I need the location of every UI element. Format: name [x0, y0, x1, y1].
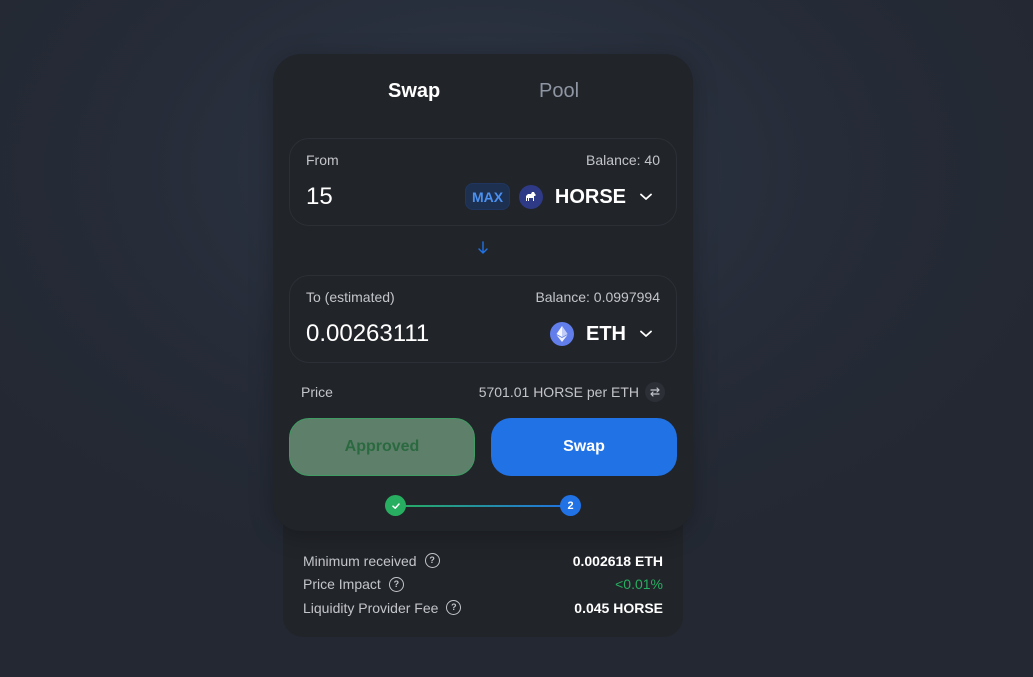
chevron-down-icon	[640, 191, 652, 203]
stepper-line	[396, 505, 570, 507]
lp-fee-label-wrap: Liquidity Provider Fee ?	[303, 599, 462, 616]
arrow-down-icon[interactable]	[476, 240, 490, 256]
to-token-panel: To (estimated) Balance: 0.0997994 0.0026…	[289, 275, 677, 363]
price-value: 5701.01 HORSE per ETH	[478, 384, 639, 400]
from-token-panel: From Balance: 40 15 MAX HORSE	[289, 138, 677, 226]
to-label: To (estimated)	[306, 289, 395, 305]
swap-direction-icon[interactable]	[645, 382, 665, 402]
to-balance: Balance: 0.0997994	[535, 289, 660, 305]
from-amount-input[interactable]: 15	[306, 183, 333, 211]
price-value-wrap: 5701.01 HORSE per ETH	[479, 382, 665, 402]
price-label: Price	[301, 384, 333, 400]
to-amount-input[interactable]: 0.00263111	[306, 320, 429, 348]
step-2-dot: 2	[560, 495, 581, 516]
tab-pool[interactable]: Pool	[539, 80, 579, 103]
step-1-check-icon	[385, 495, 406, 516]
from-token-select[interactable]: HORSE	[518, 183, 652, 211]
question-icon[interactable]: ?	[424, 553, 440, 569]
max-button[interactable]: MAX	[465, 183, 510, 210]
price-impact-label: Price Impact	[303, 576, 381, 593]
minimum-received-label: Minimum received	[303, 552, 417, 569]
minimum-received-value: 0.002618 ETH	[572, 552, 663, 569]
question-icon[interactable]: ?	[446, 600, 462, 616]
progress-stepper: 2	[385, 495, 581, 517]
approved-button[interactable]: Approved	[289, 418, 475, 476]
lp-fee-value: 0.045 HORSE	[574, 599, 663, 616]
from-balance: Balance: 40	[586, 152, 660, 168]
swap-card: Swap Pool From Balance: 40 15 MAX HORSE	[273, 54, 693, 531]
price-impact-row: Price Impact ? <0.01%	[303, 573, 663, 597]
tab-bar: Swap Pool	[273, 80, 693, 110]
price-row: Price 5701.01 HORSE per ETH	[301, 382, 665, 402]
price-impact-value: <0.01%	[615, 576, 663, 593]
to-token-select[interactable]: ETH	[550, 320, 652, 348]
lp-fee-row: Liquidity Provider Fee ? 0.045 HORSE	[303, 596, 663, 620]
price-impact-label-wrap: Price Impact ?	[303, 576, 404, 592]
from-token-symbol: HORSE	[554, 185, 626, 208]
minimum-received-label-wrap: Minimum received ?	[303, 553, 440, 569]
tab-swap[interactable]: Swap	[388, 80, 440, 103]
to-token-symbol: ETH	[586, 322, 626, 345]
question-icon[interactable]: ?	[388, 576, 404, 592]
horse-icon	[518, 185, 543, 209]
minimum-received-row: Minimum received ? 0.002618 ETH	[303, 549, 663, 573]
eth-icon	[550, 322, 574, 346]
lp-fee-label: Liquidity Provider Fee	[303, 599, 439, 616]
swap-button[interactable]: Swap	[491, 418, 677, 476]
chevron-down-icon	[640, 328, 652, 340]
from-label: From	[306, 152, 339, 168]
